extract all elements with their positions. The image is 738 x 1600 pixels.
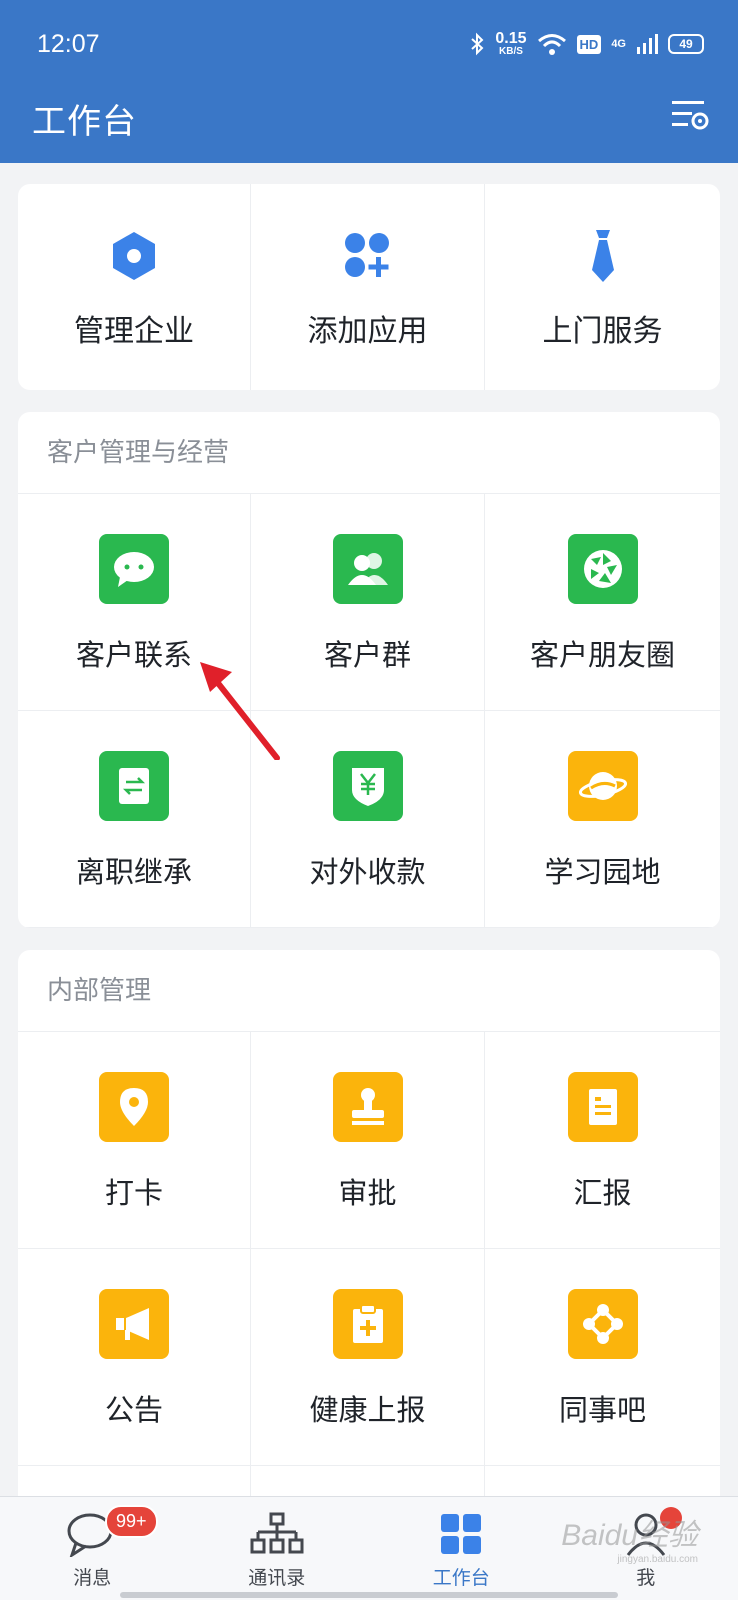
annotation-arrow bbox=[200, 662, 280, 760]
add-app-icon bbox=[340, 228, 396, 284]
quick-actions-card: 管理企业 添加应用 上门服务 bbox=[18, 184, 720, 390]
network-nodes-icon bbox=[567, 1289, 638, 1359]
door-service-label: 上门服务 bbox=[542, 314, 663, 349]
health-report-button[interactable]: 健康上报 bbox=[251, 1249, 485, 1466]
tab-label: 工作台 bbox=[432, 1567, 490, 1589]
status-time: 12:07 bbox=[37, 30, 100, 58]
manage-enterprise-label: 管理企业 bbox=[74, 314, 194, 349]
battery-icon: 49 bbox=[668, 34, 704, 54]
tab-label: 消息 bbox=[73, 1567, 112, 1589]
aperture-icon bbox=[567, 534, 638, 604]
customer-management-card: 客户管理与经营 客户联系 客户群 客户朋友圈 离职继承 对外收款 学习园地 bbox=[18, 412, 720, 928]
section-title: 客户管理与经营 bbox=[18, 412, 720, 494]
internal-management-card: 内部管理 打卡 审批 汇报 公告 健康上报 同事吧 bbox=[18, 950, 720, 1510]
network-type: 4G bbox=[611, 38, 626, 50]
home-indicator bbox=[120, 1592, 618, 1598]
stamp-icon bbox=[332, 1072, 403, 1142]
workbench-settings-button[interactable] bbox=[670, 96, 712, 136]
external-payment-label: 对外收款 bbox=[309, 855, 426, 889]
door-service-button[interactable]: 上门服务 bbox=[485, 184, 720, 390]
report-button[interactable]: 汇报 bbox=[485, 1032, 720, 1249]
resignation-inherit-label: 离职继承 bbox=[75, 855, 192, 889]
learning-garden-label: 学习园地 bbox=[544, 855, 661, 889]
wifi-icon bbox=[537, 34, 566, 55]
planet-icon bbox=[567, 751, 638, 821]
tab-label: 通讯录 bbox=[248, 1567, 306, 1589]
status-bar: 12:07 0.15 KB/S HD 4G 49 bbox=[0, 0, 738, 88]
tab-messages[interactable]: 消息 99+ bbox=[0, 1497, 185, 1600]
hd-icon: HD bbox=[576, 34, 602, 54]
bluetooth-icon bbox=[471, 32, 484, 56]
transfer-doc-icon bbox=[99, 751, 169, 821]
clipboard-plus-icon bbox=[332, 1289, 403, 1359]
necktie-icon bbox=[575, 228, 631, 284]
yuan-shield-icon bbox=[332, 751, 403, 821]
org-chart-icon bbox=[250, 1507, 304, 1561]
manage-enterprise-button[interactable]: 管理企业 bbox=[18, 184, 251, 390]
hexagon-settings-icon bbox=[106, 228, 162, 284]
health-report-label: 健康上报 bbox=[309, 1393, 426, 1427]
speed-value: 0.15 bbox=[495, 29, 527, 47]
tab-workbench[interactable]: 工作台 bbox=[369, 1497, 554, 1600]
watermark-sub: jingyan.baidu.com bbox=[617, 1554, 698, 1565]
watermark-text: Baidu经验 bbox=[561, 1519, 698, 1552]
approval-button[interactable]: 审批 bbox=[251, 1032, 485, 1249]
learning-garden-button[interactable]: 学习园地 bbox=[485, 711, 720, 928]
unread-badge: 99+ bbox=[105, 1505, 158, 1538]
tab-contacts[interactable]: 通讯录 bbox=[185, 1497, 370, 1600]
network-speed: 0.15 KB/S bbox=[495, 29, 527, 57]
list-settings-icon bbox=[672, 101, 709, 130]
announcement-label: 公告 bbox=[104, 1393, 163, 1427]
customer-contact-label: 客户联系 bbox=[75, 638, 192, 672]
clock-in-button[interactable]: 打卡 bbox=[18, 1032, 251, 1249]
watermark: Baidu经验 jingyan.baidu.com bbox=[561, 1510, 698, 1565]
top-bar: 12:07 0.15 KB/S HD 4G 49 工作台 bbox=[0, 0, 738, 163]
add-app-button[interactable]: 添加应用 bbox=[251, 184, 485, 390]
report-label: 汇报 bbox=[573, 1176, 632, 1210]
speed-unit: KB/S bbox=[499, 45, 523, 57]
customer-moments-label: 客户朋友圈 bbox=[529, 638, 675, 672]
add-app-label: 添加应用 bbox=[307, 314, 428, 349]
signal-icon bbox=[637, 34, 658, 54]
customer-group-label: 客户群 bbox=[323, 638, 411, 672]
status-icons: 0.15 KB/S HD 4G 49 bbox=[469, 26, 704, 62]
group-users-icon bbox=[332, 534, 403, 604]
megaphone-icon bbox=[99, 1289, 169, 1359]
approval-label: 审批 bbox=[338, 1176, 397, 1210]
location-pin-icon bbox=[99, 1072, 169, 1142]
page-title: 工作台 bbox=[32, 102, 137, 142]
colleague-bar-label: 同事吧 bbox=[558, 1393, 646, 1427]
report-doc-icon bbox=[567, 1072, 638, 1142]
chat-bubble-icon bbox=[99, 534, 169, 604]
announcement-button[interactable]: 公告 bbox=[18, 1249, 251, 1466]
customer-moments-button[interactable]: 客户朋友圈 bbox=[485, 494, 720, 711]
clock-in-label: 打卡 bbox=[104, 1176, 163, 1210]
grid-apps-icon bbox=[440, 1507, 482, 1561]
colleague-bar-button[interactable]: 同事吧 bbox=[485, 1249, 720, 1466]
tab-label: 我 bbox=[636, 1567, 656, 1589]
section-title: 内部管理 bbox=[18, 950, 720, 1032]
